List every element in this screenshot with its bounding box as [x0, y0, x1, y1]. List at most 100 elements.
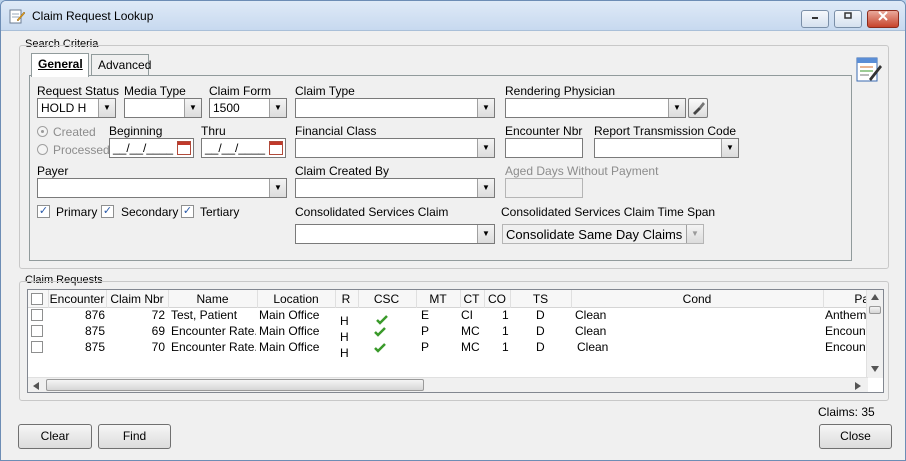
claim-form-label: Claim Form — [209, 84, 271, 98]
secondary-label: Secondary — [121, 205, 179, 219]
cell-payer: Encounte — [825, 340, 868, 354]
chevron-down-icon[interactable]: ▼ — [721, 139, 738, 157]
cell-cond: Clean — [577, 340, 609, 354]
minimize-icon — [812, 17, 818, 19]
payer-label: Payer — [37, 164, 69, 178]
request-status-combo[interactable]: HOLD H ▼ — [37, 98, 116, 118]
tertiary-label: Tertiary — [200, 205, 240, 219]
claim-created-by-combo[interactable]: ▼ — [295, 178, 495, 198]
column-header-location[interactable]: Location — [258, 292, 334, 306]
cell-cond: Clean — [575, 324, 607, 338]
table-row[interactable]: 876 72 Test, Patient Main Office H E CI … — [28, 308, 868, 328]
chevron-down-icon[interactable]: ▼ — [477, 99, 494, 117]
scroll-up-icon[interactable] — [871, 294, 879, 300]
media-type-label: Media Type — [124, 84, 186, 98]
column-header-r[interactable]: R — [336, 292, 356, 306]
checkmark-icon — [374, 343, 386, 353]
chevron-down-icon[interactable]: ▼ — [686, 225, 703, 243]
chevron-down-icon[interactable]: ▼ — [477, 139, 494, 157]
chevron-down-icon[interactable]: ▼ — [668, 99, 685, 117]
calendar-icon[interactable] — [269, 141, 283, 155]
thru-date-value: __/__/____ — [205, 141, 266, 155]
chevron-down-icon[interactable]: ▼ — [477, 225, 494, 243]
tab-advanced[interactable]: Advanced — [91, 54, 151, 76]
consolidated-time-span-label: Consolidated Services Claim Time Span — [501, 205, 716, 219]
secondary-checkbox[interactable]: ✓ — [101, 205, 114, 218]
row-checkbox[interactable] — [31, 325, 43, 337]
cell-payer: Encounte — [825, 324, 868, 338]
physician-lookup-button[interactable] — [688, 98, 708, 118]
payer-combo[interactable]: ▼ — [37, 178, 287, 198]
created-radio[interactable] — [37, 126, 48, 137]
chevron-down-icon[interactable]: ▼ — [477, 179, 494, 197]
minimize-button[interactable] — [801, 10, 829, 28]
table-row[interactable]: 875 70 Encounter Rate... Main Office H P… — [28, 340, 868, 360]
close-icon — [878, 11, 888, 21]
title-bar: Claim Request Lookup — [1, 1, 905, 31]
column-header-csc[interactable]: CSC — [359, 292, 414, 306]
column-header-ct[interactable]: CT — [461, 292, 482, 306]
column-header-cond[interactable]: Cond — [572, 292, 822, 306]
chevron-down-icon[interactable]: ▼ — [269, 99, 286, 117]
column-header-name[interactable]: Name — [169, 292, 256, 306]
chevron-down-icon[interactable]: ▼ — [98, 99, 115, 117]
tertiary-checkbox[interactable]: ✓ — [181, 205, 194, 218]
created-radio-label: Created — [53, 125, 96, 139]
column-header-payer[interactable]: Pa — [824, 292, 869, 306]
claim-form-combo[interactable]: 1500 ▼ — [209, 98, 287, 118]
scroll-down-icon[interactable] — [871, 366, 879, 372]
close-window-button[interactable] — [867, 10, 899, 28]
column-header-mt[interactable]: MT — [417, 292, 459, 306]
row-checkbox[interactable] — [31, 341, 43, 353]
request-status-label: Request Status — [37, 84, 120, 98]
horizontal-scroll-thumb[interactable] — [46, 379, 424, 391]
column-header-ts[interactable]: TS — [511, 292, 570, 306]
cell-ct: MC — [461, 340, 480, 354]
column-header-co[interactable]: CO — [485, 292, 509, 306]
report-transmission-code-label: Report Transmission Code — [594, 124, 737, 138]
thru-date-field[interactable]: __/__/____ — [201, 138, 286, 158]
cell-cond: Clean — [575, 308, 607, 322]
table-row[interactable]: 875 69 Encounter Rate... Main Office H P… — [28, 324, 868, 344]
clipboard-edit-icon[interactable] — [855, 55, 883, 83]
primary-checkbox[interactable]: ✓ — [37, 205, 50, 218]
clear-button[interactable]: Clear — [18, 424, 92, 449]
beginning-date-field[interactable]: __/__/____ — [109, 138, 194, 158]
consolidated-time-span-combo[interactable]: Consolidate Same Day Claims ▼ — [502, 224, 704, 244]
cell-co: 1 — [502, 324, 509, 338]
cell-co: 1 — [502, 340, 509, 354]
cell-encounter: 875 — [84, 340, 105, 354]
row-checkbox[interactable] — [31, 309, 43, 321]
cell-ct: CI — [461, 308, 473, 322]
financial-class-combo[interactable]: ▼ — [295, 138, 495, 158]
find-button[interactable]: Find — [98, 424, 171, 449]
horizontal-scrollbar[interactable] — [28, 377, 868, 392]
report-transmission-code-combo[interactable]: ▼ — [594, 138, 739, 158]
media-type-combo[interactable]: ▼ — [124, 98, 202, 118]
scroll-right-icon[interactable] — [855, 382, 861, 390]
cell-location: Main Office — [259, 308, 320, 322]
processed-radio[interactable] — [37, 144, 48, 155]
column-header-claim-nbr[interactable]: Claim Nbr — [107, 292, 167, 306]
claim-type-combo[interactable]: ▼ — [295, 98, 495, 118]
vertical-scroll-thumb[interactable] — [869, 306, 881, 314]
beginning-date-value: __/__/____ — [113, 141, 174, 155]
maximize-button[interactable] — [834, 10, 862, 28]
aged-days-field[interactable] — [505, 178, 583, 198]
select-all-checkbox[interactable] — [31, 293, 43, 305]
tab-general[interactable]: General — [31, 53, 89, 77]
rendering-physician-combo[interactable]: ▼ — [505, 98, 686, 118]
encounter-nbr-field[interactable] — [505, 138, 583, 158]
cell-ts: D — [536, 324, 545, 338]
consolidated-services-claim-label: Consolidated Services Claim — [295, 205, 449, 219]
claims-count: Claims: 35 — [818, 405, 875, 419]
vertical-scrollbar[interactable] — [866, 290, 883, 378]
scroll-left-icon[interactable] — [33, 382, 39, 390]
chevron-down-icon[interactable]: ▼ — [269, 179, 286, 197]
cell-ct: MC — [461, 324, 480, 338]
calendar-icon[interactable] — [177, 141, 191, 155]
close-button[interactable]: Close — [819, 424, 892, 449]
chevron-down-icon[interactable]: ▼ — [184, 99, 201, 117]
consolidated-services-claim-combo[interactable]: ▼ — [295, 224, 495, 244]
column-header-encounter[interactable]: Encounter — [49, 292, 105, 306]
